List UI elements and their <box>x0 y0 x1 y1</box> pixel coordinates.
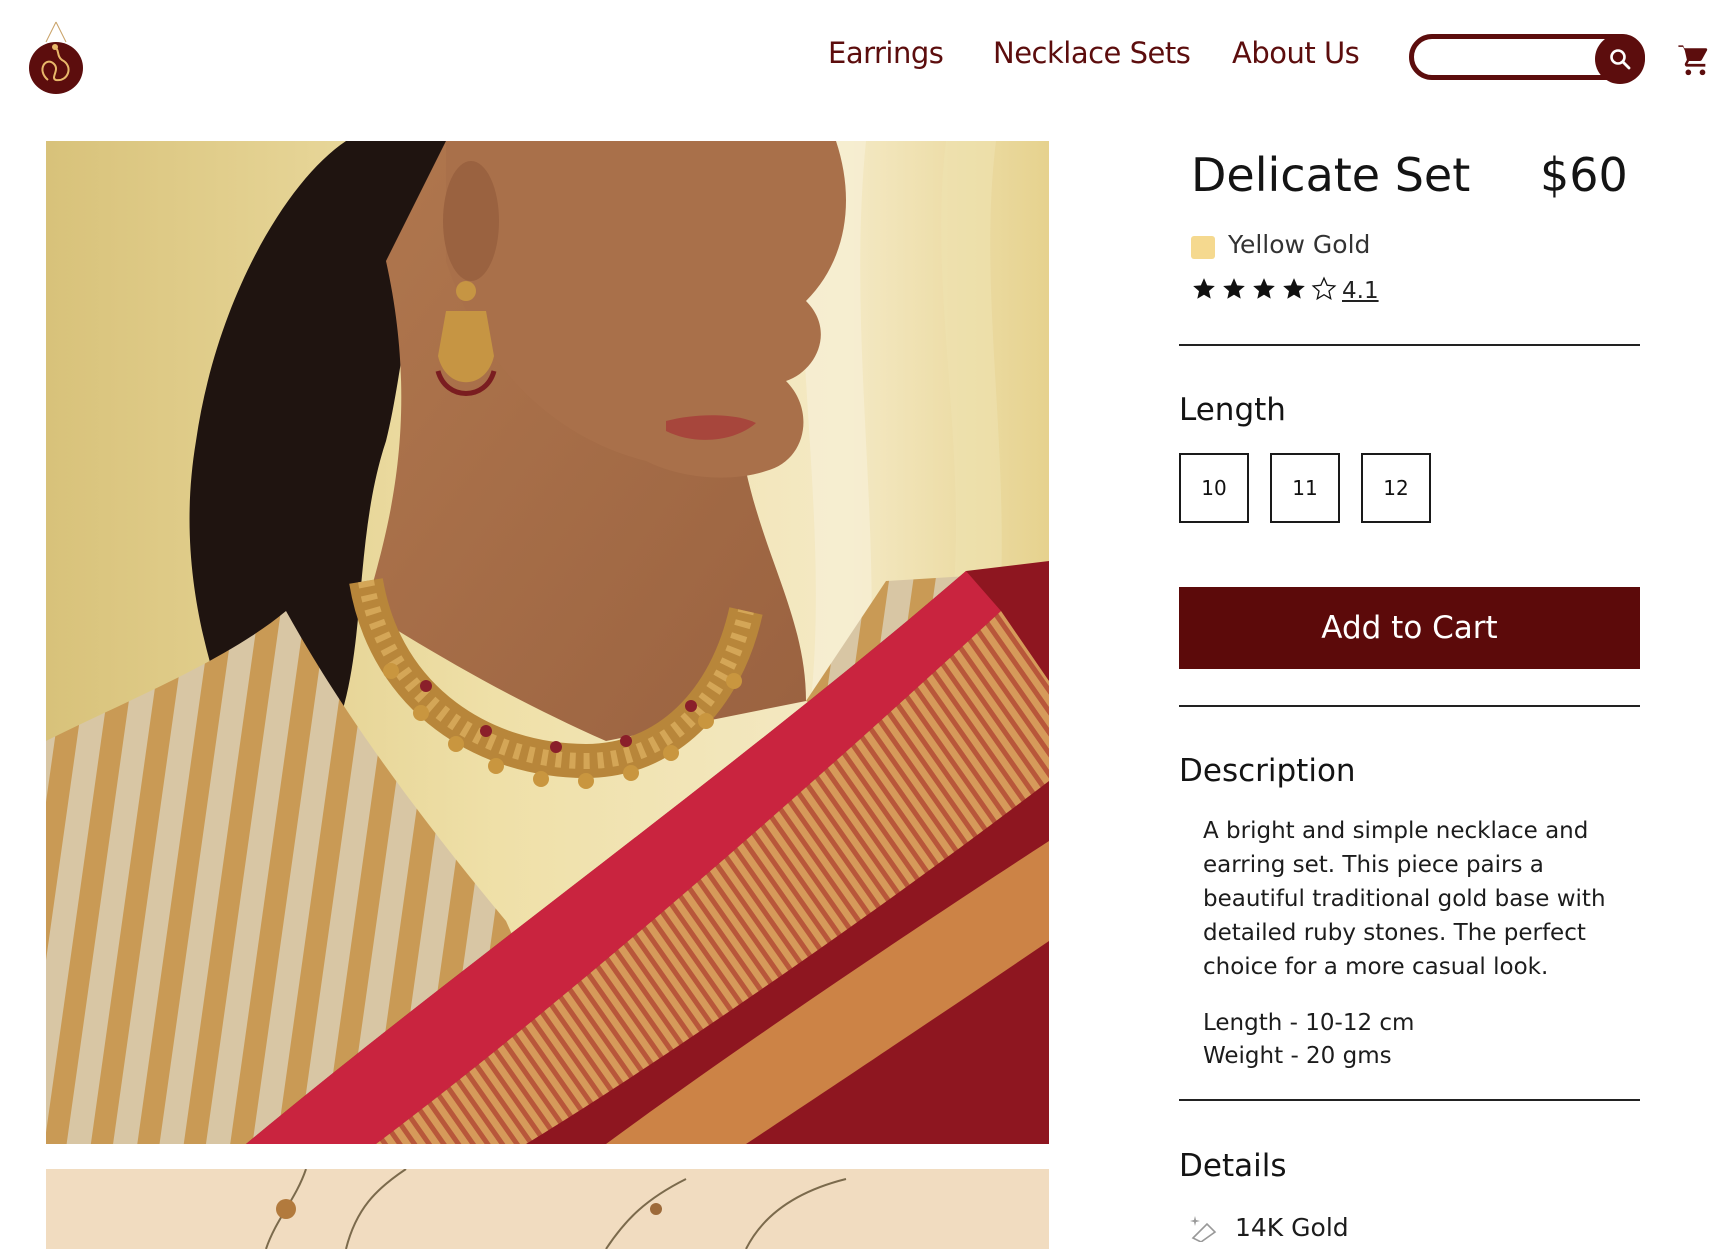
divider <box>1179 344 1640 346</box>
star-empty-icon <box>1311 276 1337 301</box>
search-icon <box>1610 49 1631 70</box>
product-title: Delicate Set <box>1191 148 1471 202</box>
color-swatch[interactable] <box>1191 236 1215 259</box>
length-option-10[interactable]: 10 <box>1179 453 1249 523</box>
search-button[interactable] <box>1595 34 1645 84</box>
divider <box>1179 1099 1640 1101</box>
add-to-cart-button[interactable]: Add to Cart <box>1179 587 1640 669</box>
description-text: A bright and simple necklace and earring… <box>1203 818 1606 980</box>
nav-necklace-sets[interactable]: Necklace Sets <box>993 36 1191 70</box>
star-filled-icon <box>1193 278 1215 299</box>
description-label: Description <box>1179 753 1356 789</box>
product-price: $60 <box>1540 148 1628 202</box>
product-photo-secondary[interactable] <box>46 1169 1049 1249</box>
search-input[interactable] <box>1430 44 1594 72</box>
color-name: Yellow Gold <box>1228 230 1371 259</box>
nav-earrings[interactable]: Earrings <box>828 36 944 70</box>
rating-stars <box>1191 276 1337 302</box>
spec-weight: Weight - 20 gms <box>1203 1043 1392 1069</box>
nav-about-us[interactable]: About Us <box>1232 36 1360 70</box>
detail-material: 14K Gold <box>1235 1212 1349 1242</box>
star-filled-icon <box>1283 278 1305 299</box>
product-photo-main[interactable] <box>46 141 1049 1144</box>
length-label: Length <box>1179 392 1286 428</box>
divider <box>1179 705 1640 707</box>
length-option-11[interactable]: 11 <box>1270 453 1340 523</box>
rating-value-link[interactable]: 4.1 <box>1342 278 1379 304</box>
search-bar[interactable] <box>1409 34 1645 84</box>
cart-button[interactable] <box>1677 44 1711 78</box>
star-filled-icon <box>1253 278 1275 299</box>
brand-logo[interactable] <box>26 20 86 94</box>
spec-length: Length - 10-12 cm <box>1203 1010 1415 1036</box>
star-filled-icon <box>1223 278 1245 299</box>
cart-icon <box>1678 45 1708 76</box>
details-label: Details <box>1179 1148 1287 1184</box>
length-option-12[interactable]: 12 <box>1361 453 1431 523</box>
